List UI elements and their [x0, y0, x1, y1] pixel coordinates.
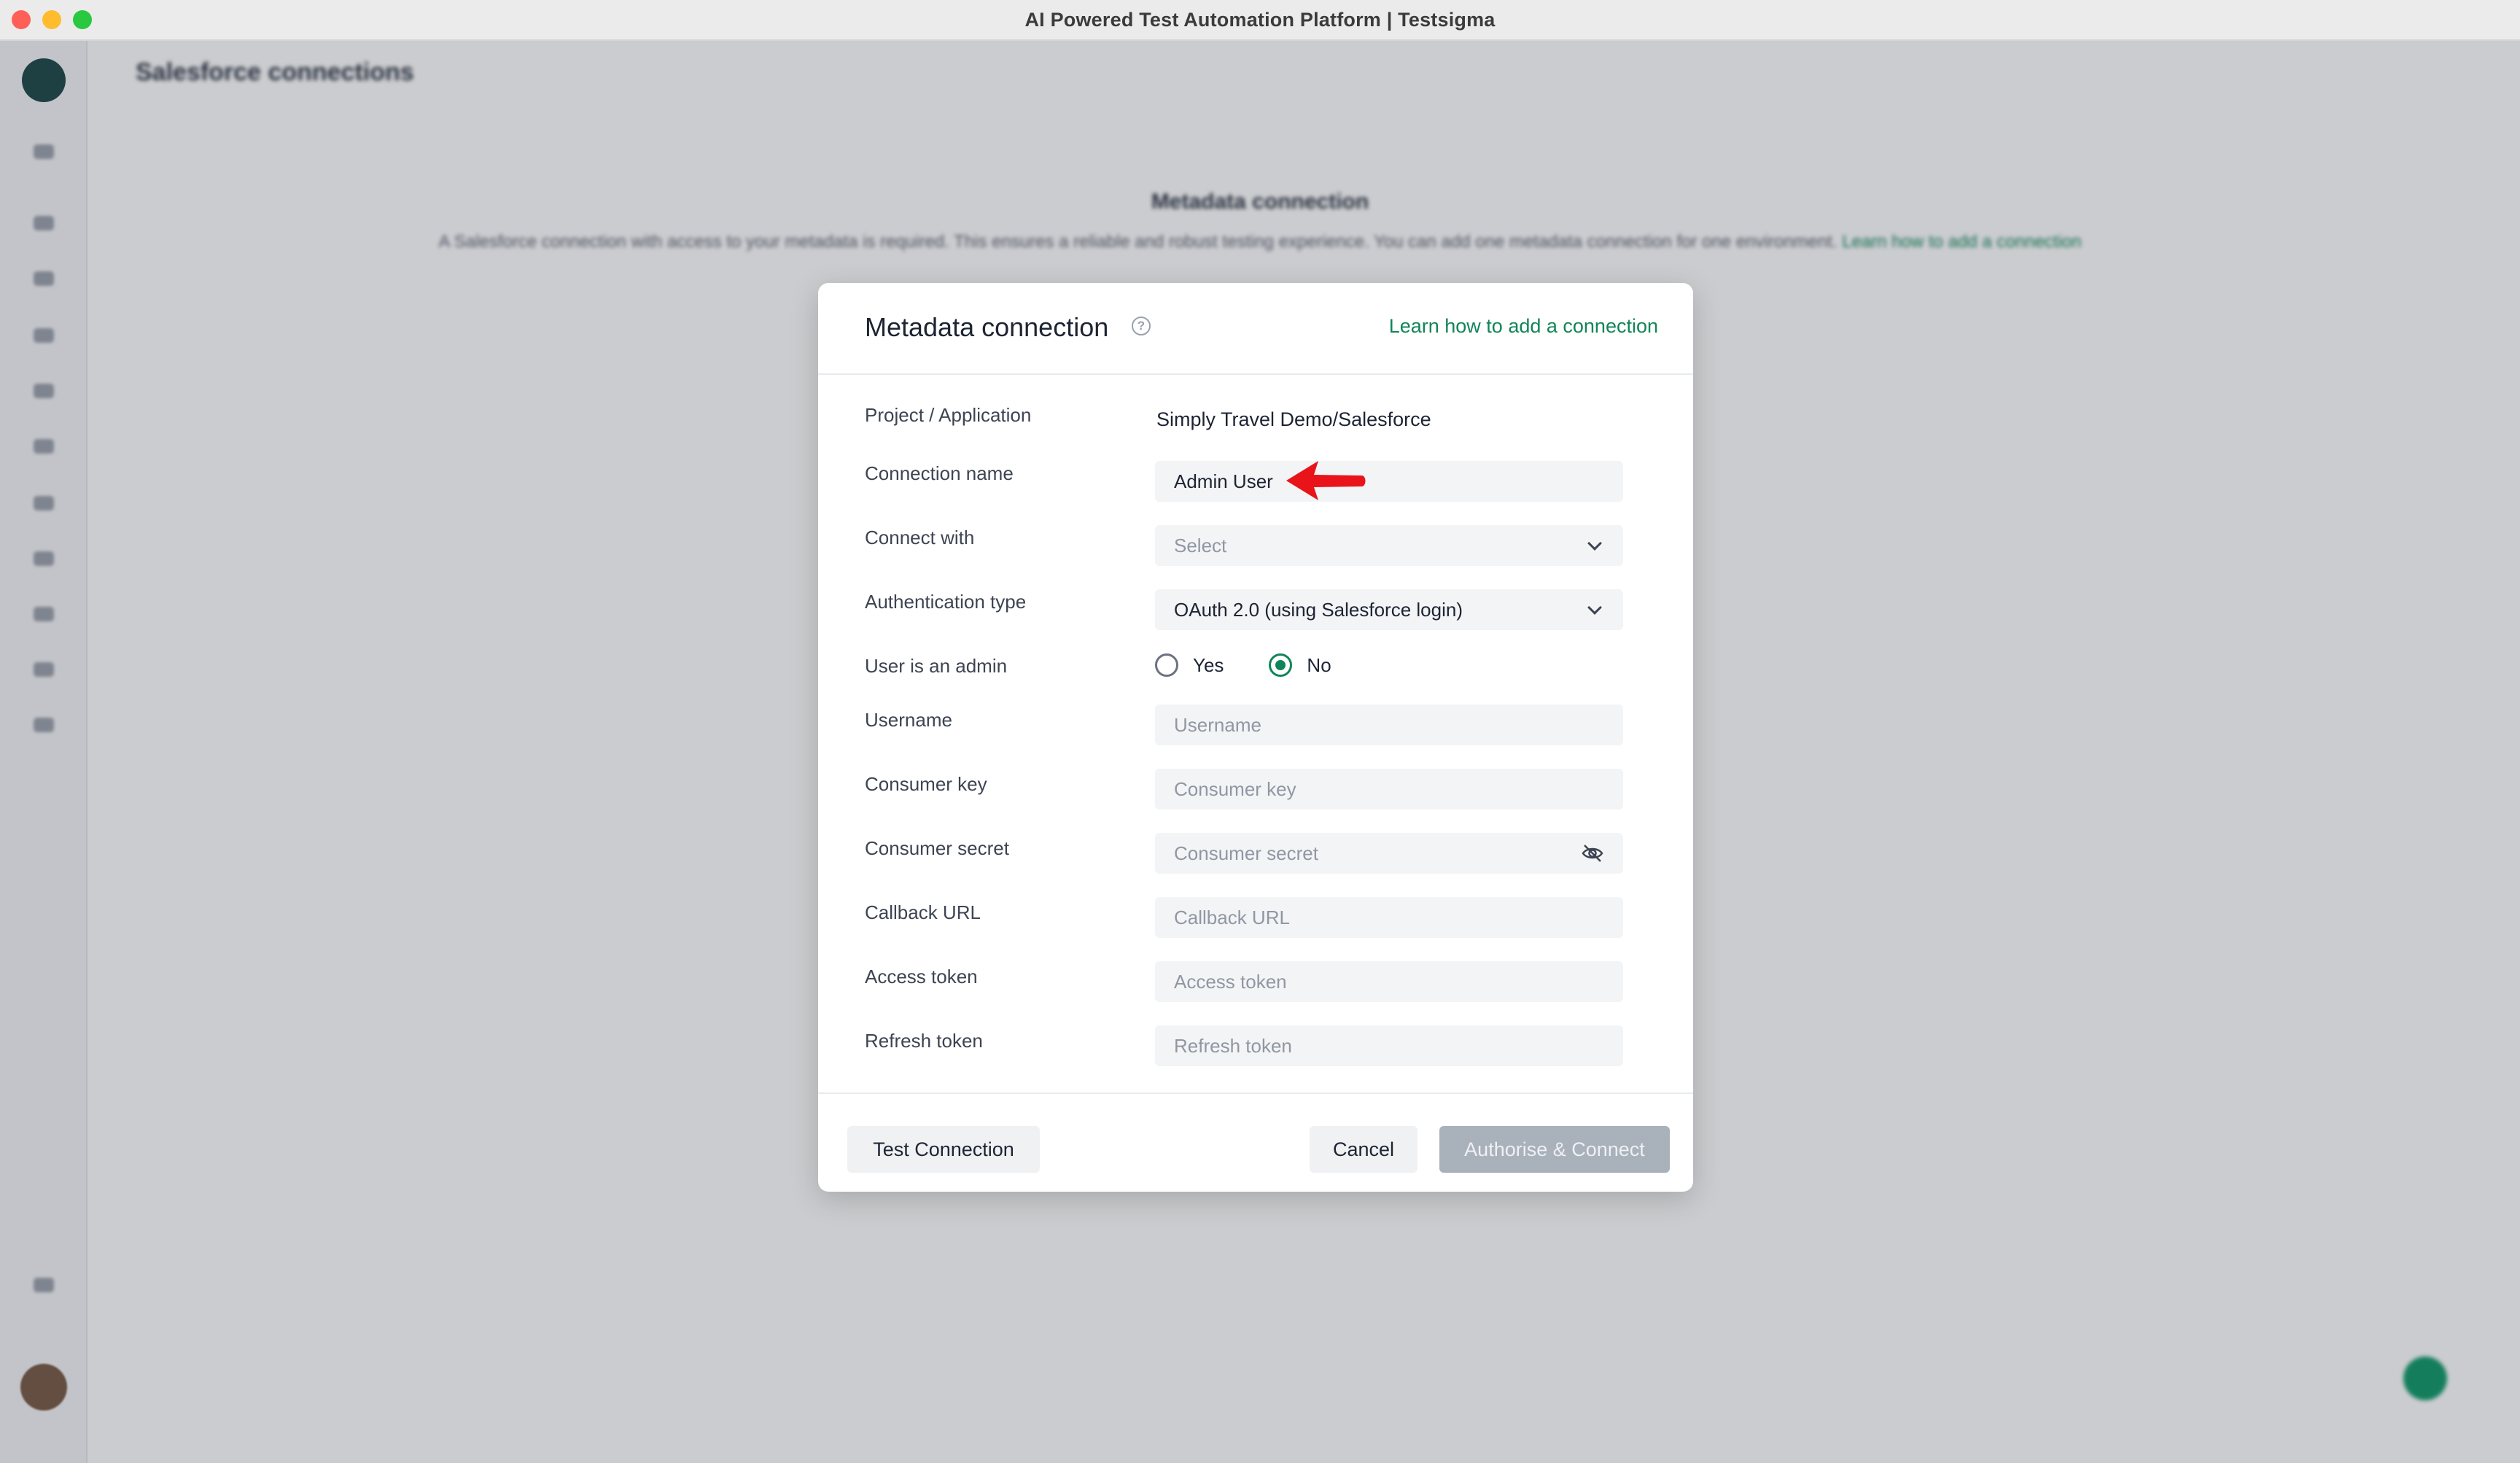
chevron-down-icon	[1587, 536, 1602, 551]
minimize-window-button[interactable]	[42, 10, 61, 29]
callback-url-placeholder: Callback URL	[1174, 906, 1290, 928]
callback-url-label: Callback URL	[865, 901, 981, 923]
connection-name-label: Connection name	[865, 462, 1014, 484]
consumer-secret-label: Consumer secret	[865, 837, 1009, 859]
connection-name-value: Admin User	[1174, 470, 1273, 492]
refresh-token-input[interactable]: Refresh token	[1155, 1025, 1623, 1066]
test-connection-button[interactable]: Test Connection	[847, 1126, 1040, 1173]
connect-with-value: Select	[1174, 534, 1227, 556]
annotation-arrow-icon	[1286, 461, 1366, 500]
access-token-placeholder: Access token	[1174, 970, 1287, 993]
project-label: Project / Application	[865, 404, 1032, 426]
username-label: Username	[865, 709, 952, 731]
chevron-down-icon	[1587, 600, 1602, 615]
consumer-key-input[interactable]: Consumer key	[1155, 769, 1623, 810]
cancel-button[interactable]: Cancel	[1310, 1126, 1418, 1173]
auth-type-value: OAuth 2.0 (using Salesforce login)	[1174, 598, 1463, 621]
connection-name-input[interactable]: Admin User	[1155, 461, 1623, 502]
maximize-window-button[interactable]	[73, 10, 92, 29]
metadata-connection-dialog: Metadata connection ? Learn how to add a…	[818, 283, 1693, 1192]
consumer-secret-placeholder: Consumer secret	[1174, 842, 1318, 864]
username-input[interactable]: Username	[1155, 705, 1623, 745]
refresh-token-placeholder: Refresh token	[1174, 1034, 1292, 1057]
callback-url-input[interactable]: Callback URL	[1155, 897, 1623, 938]
authorise-connect-button[interactable]: Authorise & Connect	[1439, 1126, 1670, 1173]
dialog-title: Metadata connection	[865, 312, 1109, 342]
user-admin-label: User is an admin	[865, 655, 1008, 677]
refresh-token-label: Refresh token	[865, 1030, 983, 1052]
dialog-header: Metadata connection ? Learn how to add a…	[818, 283, 1693, 375]
consumer-key-placeholder: Consumer key	[1174, 777, 1296, 800]
access-token-input[interactable]: Access token	[1155, 961, 1623, 1002]
connect-with-label: Connect with	[865, 527, 975, 548]
window-controls	[12, 10, 92, 29]
username-placeholder: Username	[1174, 713, 1261, 736]
window-title: AI Powered Test Automation Platform | Te…	[1024, 8, 1496, 31]
auth-type-label: Authentication type	[865, 591, 1027, 613]
auth-type-select[interactable]: OAuth 2.0 (using Salesforce login)	[1155, 589, 1623, 630]
eye-off-icon[interactable]	[1581, 843, 1604, 864]
radio-yes-label[interactable]: Yes	[1193, 654, 1224, 677]
question-circle-icon[interactable]: ?	[1132, 317, 1151, 335]
radio-no[interactable]	[1269, 653, 1293, 677]
access-token-label: Access token	[865, 966, 978, 987]
project-value: Simply Travel Demo/Salesforce	[1156, 408, 1431, 430]
connect-with-select[interactable]: Select	[1155, 525, 1623, 566]
learn-how-link[interactable]: Learn how to add a connection	[1389, 315, 1658, 338]
consumer-secret-input[interactable]: Consumer secret	[1155, 833, 1623, 874]
radio-no-label[interactable]: No	[1307, 654, 1331, 677]
title-bar: AI Powered Test Automation Platform | Te…	[0, 0, 2520, 41]
close-window-button[interactable]	[12, 10, 31, 29]
user-admin-radio-group: Yes No	[1155, 653, 1331, 677]
consumer-key-label: Consumer key	[865, 773, 987, 795]
app-window: AI Powered Test Automation Platform | Te…	[0, 0, 2520, 1463]
radio-yes[interactable]	[1155, 653, 1178, 677]
